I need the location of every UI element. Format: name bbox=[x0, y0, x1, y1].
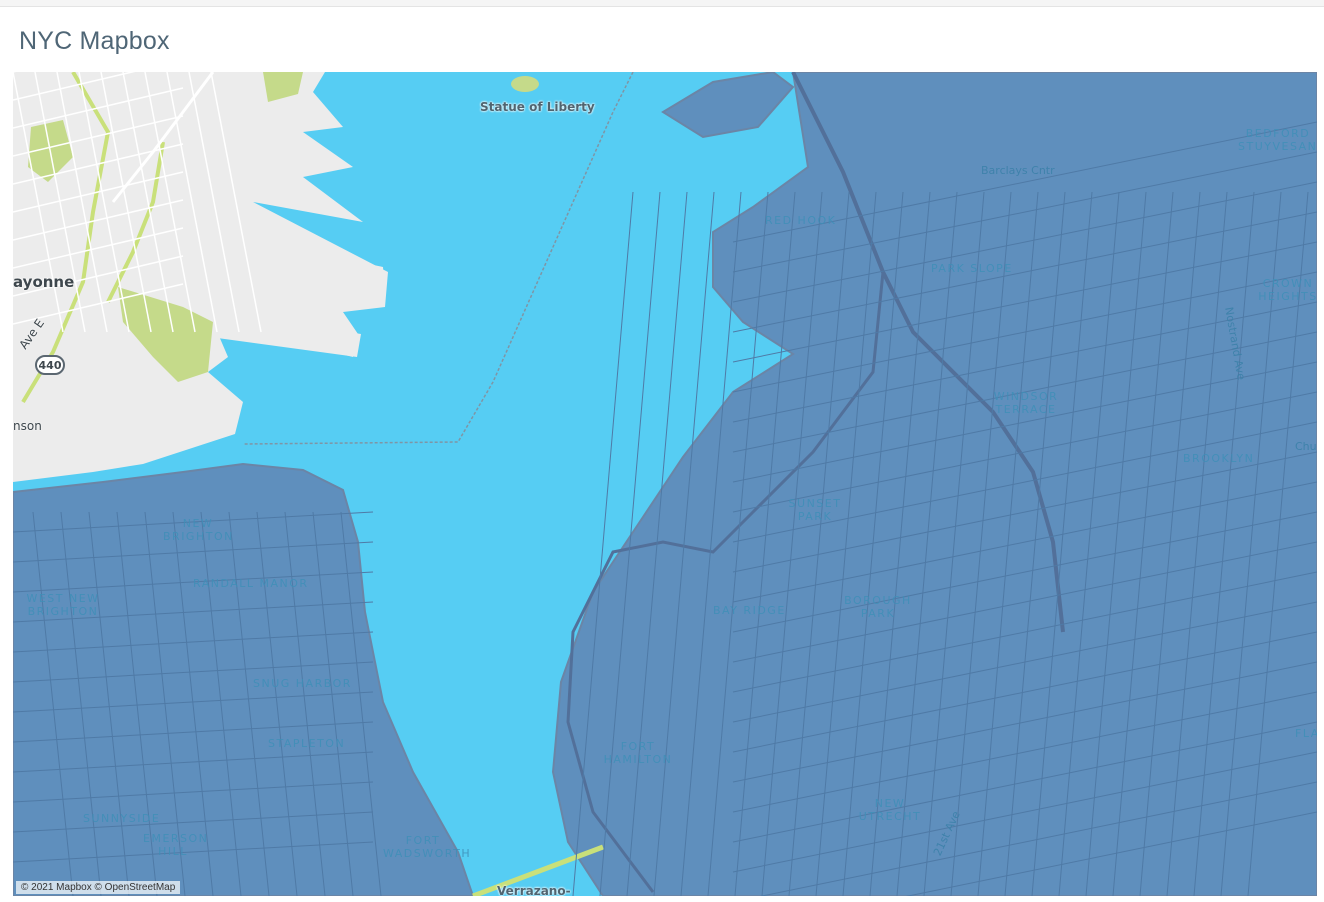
windsor-terrace-label: WINDSOR TERRACE bbox=[993, 390, 1059, 416]
sunset-park-label: SUNSET PARK bbox=[788, 497, 842, 523]
route-440-shield: 440 bbox=[35, 355, 65, 375]
new-brighton-label: NEW BRIGHTON bbox=[163, 517, 234, 543]
barclays-label: Barclays Cntr bbox=[981, 164, 1055, 177]
red-hook-label: RED HOOK bbox=[765, 214, 837, 227]
fort-hamilton-label: FORT HAMILTON bbox=[603, 740, 673, 766]
fort-wadsworth-label: FORT WADSWORTH bbox=[383, 834, 472, 860]
crown-heights-label: CROWN HEIGHTS bbox=[1258, 277, 1317, 303]
emerson-hill-label: EMERSON HILL bbox=[143, 832, 209, 858]
dashboard-panel: NYC Mapbox Statue of Liberty ayonne Ave … bbox=[0, 6, 1324, 902]
new-utrecht-label: NEW UTRECHT bbox=[858, 797, 922, 823]
dashboard-title: NYC Mapbox bbox=[19, 27, 170, 55]
map-attribution[interactable]: © 2021 Mapbox © OpenStreetMap bbox=[16, 881, 181, 894]
church-ave-label: Chu bbox=[1295, 440, 1317, 453]
sunnyside-label: SUNNYSIDE bbox=[83, 812, 161, 825]
west-new-brighton-label: WEST NEW BRIGHTON bbox=[26, 592, 100, 618]
park-slope-label: PARK SLOPE bbox=[931, 262, 1013, 275]
randall-manor-label: RANDALL MANOR bbox=[193, 577, 309, 590]
stapleton-label: STAPLETON bbox=[268, 737, 346, 750]
bay-ridge-label: BAY RIDGE bbox=[713, 604, 786, 617]
flatbush-label: FLA bbox=[1295, 727, 1317, 740]
snug-harbor-label: SNUG HARBOR bbox=[253, 677, 352, 690]
borough-park-label: BOROUGH PARK bbox=[844, 594, 912, 620]
bedford-stuyvesant-label: BEDFORD STUYVESANT bbox=[1238, 127, 1317, 153]
robinson-label: nson bbox=[13, 419, 42, 433]
map-viewport[interactable]: Statue of Liberty ayonne Ave E 440 nson … bbox=[13, 72, 1317, 896]
bayonne-label: ayonne bbox=[13, 273, 75, 291]
statue-of-liberty-label[interactable]: Statue of Liberty bbox=[480, 100, 595, 114]
liberty-island bbox=[511, 76, 539, 92]
brooklyn-label: BROOKLYN bbox=[1183, 452, 1255, 465]
map-canvas[interactable] bbox=[13, 72, 1317, 896]
verrazzano-label: Verrazano- bbox=[497, 884, 571, 896]
